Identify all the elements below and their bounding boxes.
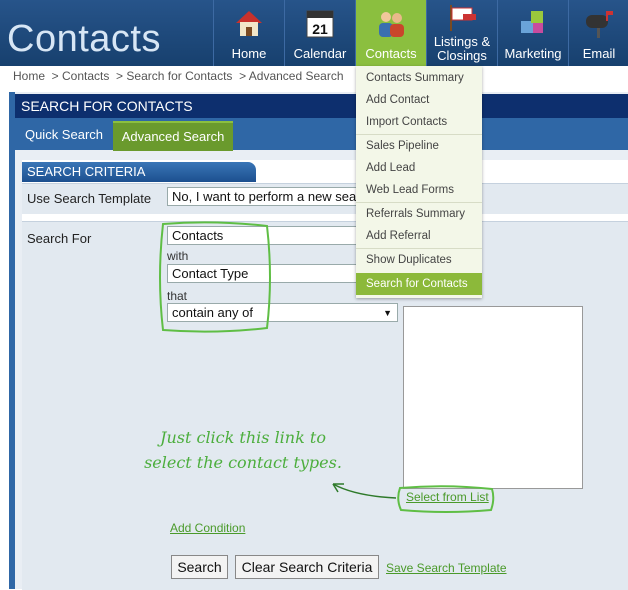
nav-marketing[interactable]: Marketing	[497, 0, 568, 66]
puzzle-icon	[521, 11, 543, 33]
template-select[interactable]: No, I want to perform a new search	[167, 187, 377, 206]
people-icon	[379, 12, 404, 37]
nav-email[interactable]: Email	[568, 0, 628, 66]
clear-criteria-button[interactable]: Clear Search Criteria	[235, 555, 379, 579]
search-for-label: Search For	[27, 231, 92, 246]
menu-item-import-contacts[interactable]: Import Contacts	[356, 111, 482, 133]
menu-item-show-duplicates[interactable]: Show Duplicates	[356, 249, 482, 271]
dropdown-arrow-icon: ▼	[383, 308, 392, 318]
nav-contacts[interactable]: Contacts	[355, 0, 426, 66]
save-template-link[interactable]: Save Search Template	[386, 561, 507, 575]
menu-item-contacts-summary[interactable]: Contacts Summary	[356, 67, 482, 89]
criteria-heading: SEARCH CRITERIA	[22, 162, 256, 182]
annotation-text: Just click this link to select the conta…	[144, 428, 342, 472]
search-button[interactable]: Search	[171, 555, 228, 579]
menu-item-sales-pipeline[interactable]: Sales Pipeline	[356, 135, 482, 157]
annotation-arrow	[332, 483, 397, 499]
tab-advanced-search[interactable]: Advanced Search	[113, 121, 233, 151]
menu-item-referrals-summary[interactable]: Referrals Summary	[356, 203, 482, 225]
template-label: Use Search Template	[27, 191, 152, 206]
contacts-dropdown-menu: Contacts Summary Add Contact Import Cont…	[356, 66, 482, 298]
menu-item-add-lead[interactable]: Add Lead	[356, 157, 482, 179]
breadcrumb[interactable]: Home > Contacts > Search for Contacts > …	[13, 69, 344, 83]
mailbox-icon	[586, 11, 613, 38]
nav-home[interactable]: Home	[213, 0, 284, 66]
values-textarea[interactable]	[403, 306, 583, 489]
nav-listings-closings[interactable]: Listings & Closings	[426, 0, 497, 66]
add-condition-link[interactable]: Add Condition	[170, 521, 245, 535]
menu-item-add-referral[interactable]: Add Referral	[356, 225, 482, 247]
house-icon	[236, 11, 262, 36]
brand-title: Contacts	[7, 18, 161, 60]
menu-item-add-contact[interactable]: Add Contact	[356, 89, 482, 111]
menu-item-web-lead-forms[interactable]: Web Lead Forms	[356, 179, 482, 201]
sold-sign-icon	[450, 5, 476, 31]
svg-text:21: 21	[312, 21, 328, 37]
tab-quick-search[interactable]: Quick Search	[20, 121, 108, 149]
nav-calendar[interactable]: 21 Calendar	[284, 0, 355, 66]
menu-item-search-for-contacts[interactable]: Search for Contacts	[356, 273, 482, 295]
page-title: SEARCH FOR CONTACTS	[15, 94, 628, 118]
highlight-circle	[159, 221, 271, 333]
calendar-icon: 21	[306, 10, 334, 38]
select-from-list-link[interactable]: Select from List	[406, 490, 489, 504]
